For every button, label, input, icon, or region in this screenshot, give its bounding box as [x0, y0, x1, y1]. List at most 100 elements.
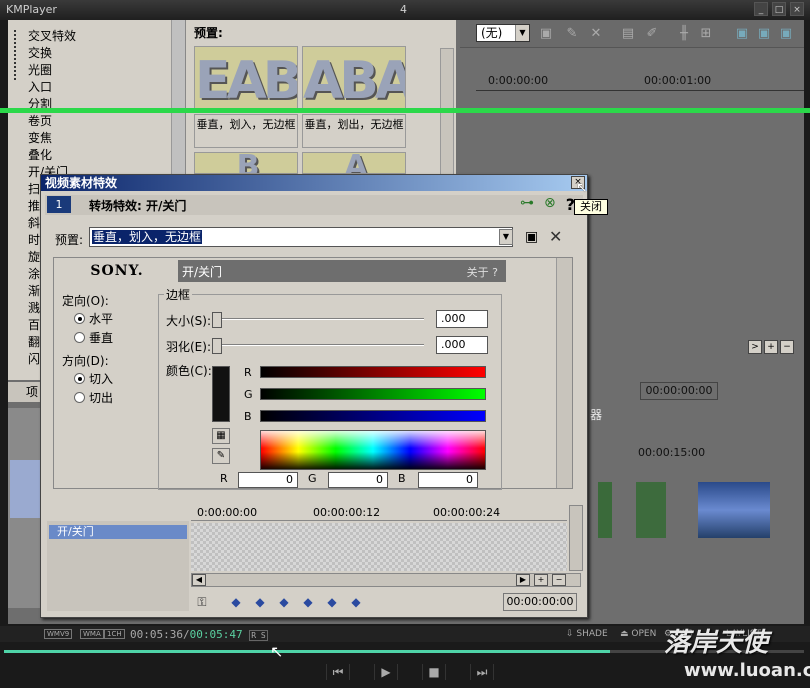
- last-keyframe-icon[interactable]: ◆: [301, 595, 315, 609]
- preset-thumbnail[interactable]: ABA: [302, 46, 406, 112]
- zoom-out-button[interactable]: −: [780, 340, 794, 354]
- preview-combo[interactable]: (无) ▼: [476, 24, 530, 42]
- radio-dot[interactable]: [74, 373, 85, 384]
- scroll-left-button[interactable]: ◀: [192, 574, 206, 586]
- minimize-button[interactable]: _: [754, 2, 768, 16]
- pin-icon[interactable]: ✎: [564, 26, 580, 42]
- plugin-chain-icon[interactable]: ⊶: [520, 195, 534, 214]
- panel-grip-icon[interactable]: [14, 30, 18, 80]
- size-value-field[interactable]: .000: [436, 310, 488, 328]
- shade-button[interactable]: ⇩ SHADE: [566, 629, 608, 639]
- save-icon[interactable]: ▤: [620, 26, 636, 42]
- monitor3-icon[interactable]: ▣: [778, 26, 794, 42]
- tab-fx[interactable]: 器: [590, 406, 602, 423]
- video-clip[interactable]: [598, 482, 612, 538]
- codec-tag: WMV9: [44, 629, 73, 639]
- list-item[interactable]: 叠化: [28, 147, 76, 164]
- scroll-right-button[interactable]: ▶: [516, 574, 530, 586]
- radio-dot[interactable]: [74, 332, 85, 343]
- radio-in[interactable]: 切入: [74, 370, 113, 387]
- zoom-in-button[interactable]: +: [764, 340, 778, 354]
- previous-icon[interactable]: ⏮: [326, 664, 350, 680]
- r-value-field[interactable]: 0: [238, 472, 298, 488]
- radio-vertical[interactable]: 垂直: [74, 329, 113, 346]
- chain-number[interactable]: 1: [47, 196, 71, 213]
- feather-slider[interactable]: [212, 338, 424, 354]
- list-item[interactable]: 入口: [28, 79, 76, 96]
- keyframe-vscroll[interactable]: [569, 505, 583, 571]
- about-link[interactable]: 关于 ?: [467, 264, 498, 280]
- keyframe-area[interactable]: [191, 523, 567, 571]
- delete-preset-icon[interactable]: ✕: [549, 227, 562, 246]
- radio-out[interactable]: 切出: [74, 389, 113, 406]
- preset-caption[interactable]: 垂直，划入，无边框: [194, 114, 298, 148]
- g-value-field[interactable]: 0: [328, 472, 388, 488]
- maximize-button[interactable]: □: [772, 2, 786, 16]
- close-window-button[interactable]: ×: [790, 2, 804, 16]
- add-keyframe-icon[interactable]: ◆: [325, 595, 339, 609]
- radio-dot[interactable]: [74, 392, 85, 403]
- save-preset-icon[interactable]: ▣: [525, 229, 538, 245]
- close-icon[interactable]: ✕: [588, 26, 604, 42]
- crop-icon[interactable]: ⊞: [698, 26, 714, 42]
- keyframe-track[interactable]: 开/关门: [49, 525, 187, 539]
- mouse-cursor-icon: ↖: [576, 180, 588, 196]
- feather-value-field[interactable]: .000: [436, 336, 488, 354]
- monitor2-icon[interactable]: ▣: [756, 26, 772, 42]
- combo-value: (无): [481, 26, 503, 40]
- eyedropper-icon[interactable]: ✎: [212, 448, 230, 464]
- chevron-down-icon[interactable]: ▼: [515, 25, 529, 41]
- preset-select[interactable]: 垂直，划入，无边框: [89, 227, 513, 247]
- split-icon[interactable]: ╫: [676, 26, 692, 42]
- radio-horizontal[interactable]: 水平: [74, 310, 113, 327]
- b-value-field[interactable]: 0: [418, 472, 478, 488]
- video-clip[interactable]: [698, 482, 770, 538]
- prev-keyframe-icon[interactable]: ◆: [253, 595, 267, 609]
- seek-progress[interactable]: [4, 650, 610, 653]
- preset-caption[interactable]: 垂直，划出，无边框: [302, 114, 406, 148]
- radio-label: 垂直: [89, 331, 114, 345]
- blue-slider[interactable]: [260, 410, 486, 422]
- list-item[interactable]: 交换: [28, 45, 76, 62]
- preset-thumbnail[interactable]: B: [194, 152, 298, 174]
- list-item[interactable]: 变焦: [28, 130, 76, 147]
- slider-thumb[interactable]: [212, 312, 222, 328]
- title-number: 4: [400, 3, 407, 16]
- zoom-out-button[interactable]: −: [552, 574, 566, 586]
- lock-icon[interactable]: ⚿: [195, 595, 209, 609]
- plugin-scrollbar[interactable]: [556, 258, 572, 488]
- edit-icon[interactable]: ✐: [644, 26, 660, 42]
- radio-dot[interactable]: [74, 313, 85, 324]
- ab-icon[interactable]: ▣: [538, 26, 554, 42]
- remove-plugin-icon[interactable]: ⊗: [544, 195, 556, 214]
- border-group-label: 边框: [164, 286, 193, 303]
- sony-logo: SONY.: [56, 260, 178, 282]
- scroll-right-button[interactable]: >: [748, 340, 762, 354]
- list-item[interactable]: 卷页: [28, 113, 76, 130]
- open-button[interactable]: ⏏ OPEN: [620, 629, 656, 639]
- delete-keyframe-icon[interactable]: ◆: [349, 595, 363, 609]
- preset-thumbnail[interactable]: A: [302, 152, 406, 174]
- video-clip[interactable]: [636, 482, 666, 538]
- palette-icon[interactable]: ▦: [212, 428, 230, 444]
- play-icon[interactable]: ▶: [374, 664, 398, 680]
- keyframe-hscroll[interactable]: ◀ ▶ + −: [191, 573, 581, 587]
- plugin-pane: SONY. 开/关门 关于 ? 定向(O): 水平 垂直 方向(D): 切入 切…: [53, 257, 573, 490]
- stop-icon[interactable]: ■: [422, 664, 446, 680]
- list-item[interactable]: 交叉特效: [28, 28, 76, 45]
- chevron-down-icon[interactable]: ▼: [499, 229, 513, 245]
- color-swatch[interactable]: [212, 366, 230, 422]
- first-keyframe-icon[interactable]: ◆: [229, 595, 243, 609]
- red-slider[interactable]: [260, 366, 486, 378]
- size-slider[interactable]: [212, 312, 424, 328]
- monitor-icon[interactable]: ▣: [734, 26, 750, 42]
- keyframe-ruler: 0:00:00:00 00:00:00:12 00:00:00:24: [191, 505, 567, 521]
- slider-thumb[interactable]: [212, 338, 222, 354]
- next-icon[interactable]: ⏭: [470, 664, 494, 680]
- zoom-in-button[interactable]: +: [534, 574, 548, 586]
- green-slider[interactable]: [260, 388, 486, 400]
- next-keyframe-icon[interactable]: ◆: [277, 595, 291, 609]
- color-spectrum[interactable]: [260, 430, 486, 470]
- preset-thumbnail[interactable]: EAB: [194, 46, 298, 112]
- list-item[interactable]: 光圈: [28, 62, 76, 79]
